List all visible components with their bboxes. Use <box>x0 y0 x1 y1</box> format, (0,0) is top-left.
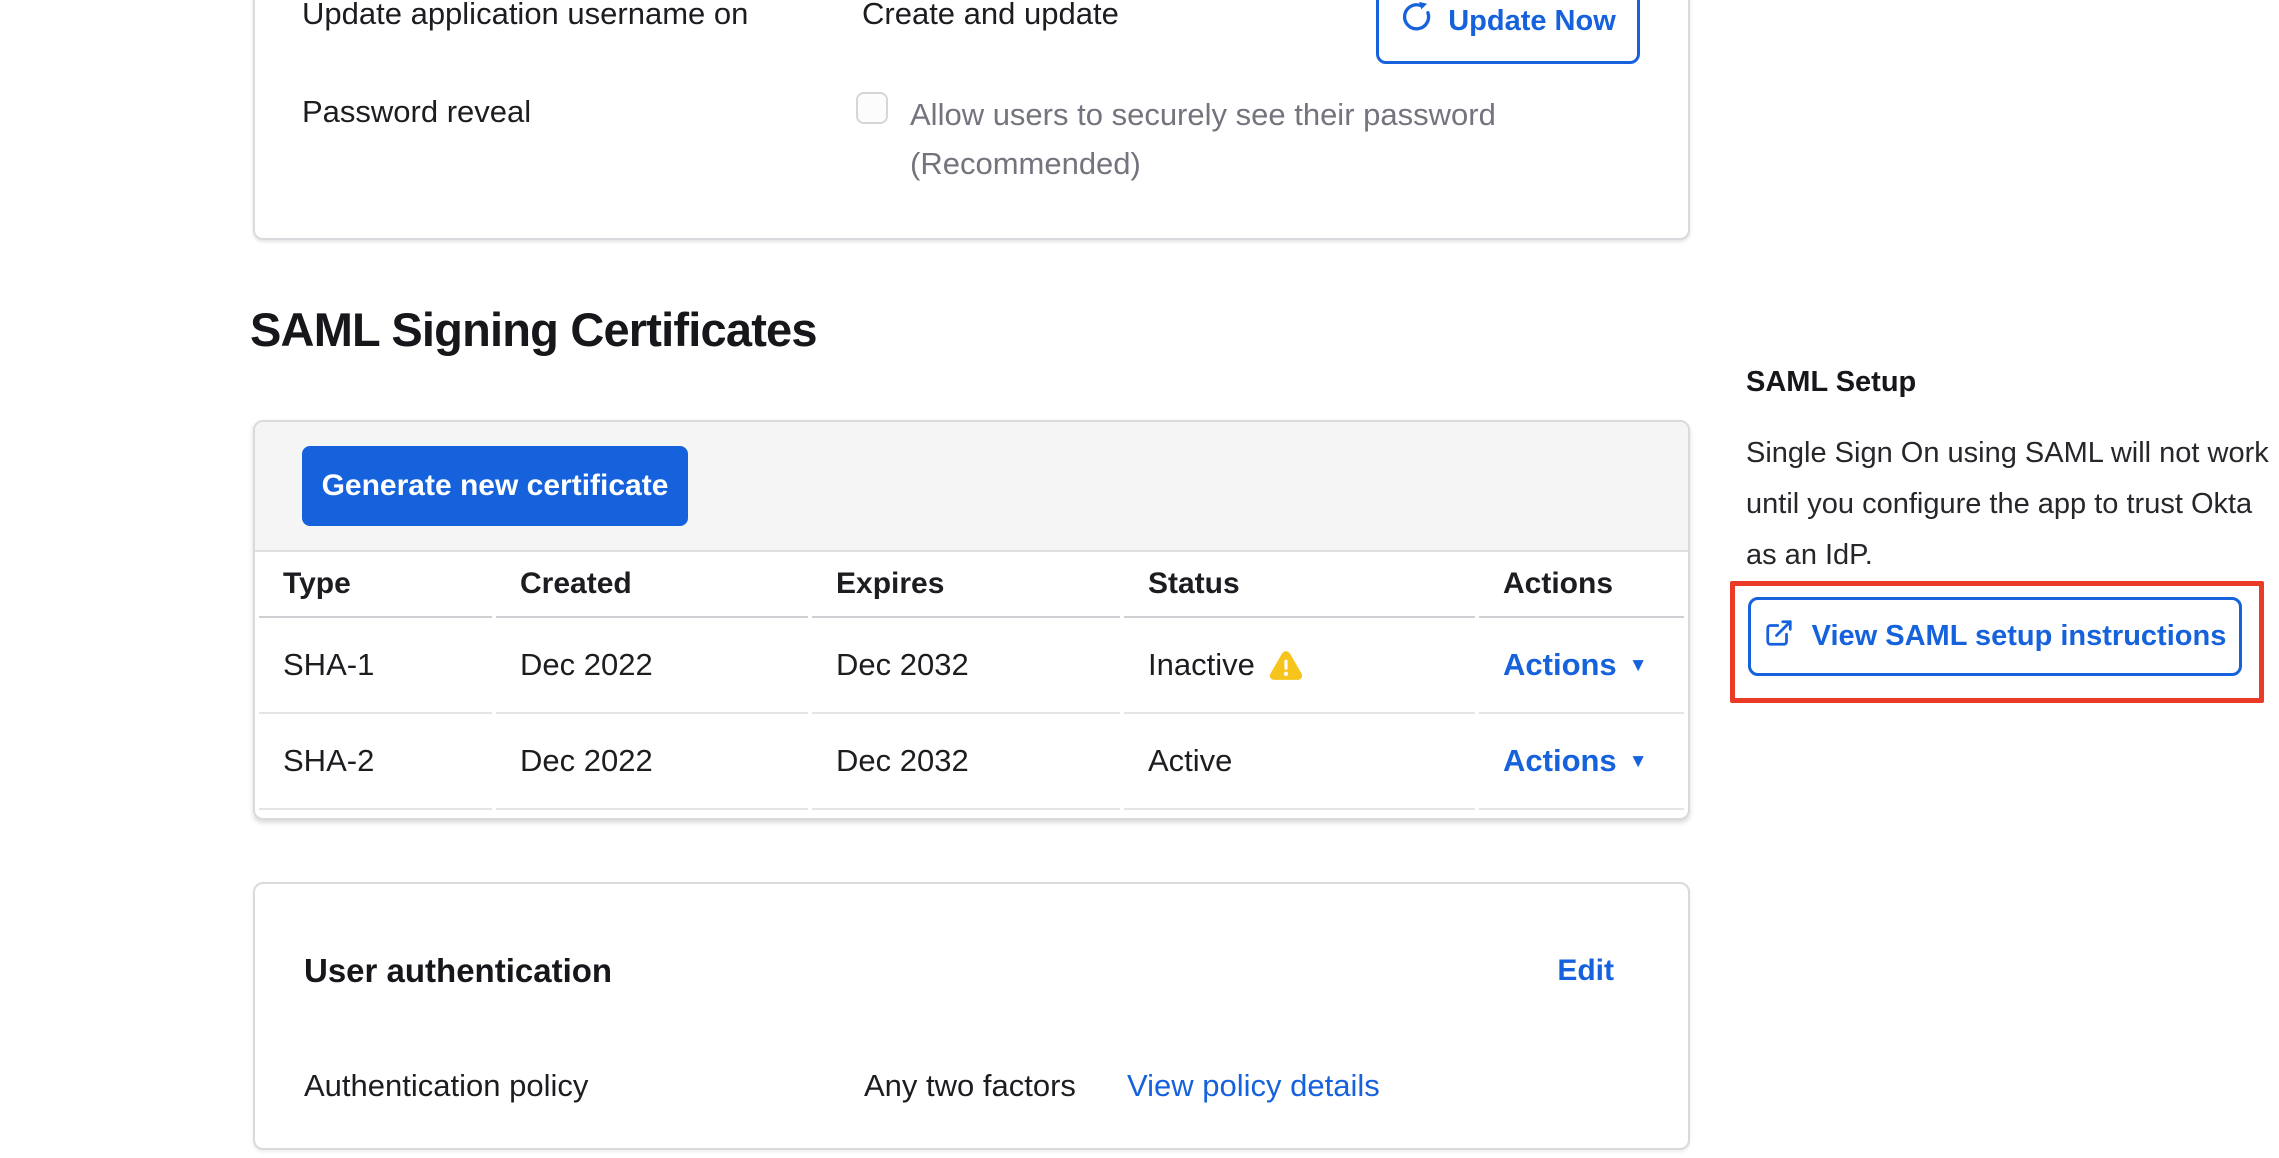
cert-expires-cell: Dec 2032 <box>812 714 1120 810</box>
certificates-toolbar: Generate new certificate <box>255 422 1688 552</box>
generate-certificate-button[interactable]: Generate new certificate <box>302 446 688 526</box>
actions-dropdown[interactable]: Actions ▼ <box>1503 743 1648 779</box>
cert-actions-cell: Actions ▼ <box>1479 714 1684 810</box>
table-row: SHA-2 Dec 2022 Dec 2032 Active Actions ▼ <box>259 714 1684 810</box>
cert-status-cell: Active <box>1124 714 1475 810</box>
update-username-label: Update application username on <box>302 0 748 32</box>
edit-link[interactable]: Edit <box>1557 954 1614 988</box>
cert-actions-cell: Actions ▼ <box>1479 618 1684 714</box>
cert-created-cell: Dec 2022 <box>496 714 808 810</box>
cert-expires-cell: Dec 2032 <box>812 618 1120 714</box>
external-link-icon <box>1764 618 1794 656</box>
chevron-down-icon: ▼ <box>1629 751 1648 773</box>
table-header-row: Type Created Expires Status Actions <box>259 552 1684 618</box>
view-policy-details-link[interactable]: View policy details <box>1127 1068 1380 1104</box>
column-header-type: Type <box>259 552 492 618</box>
warning-icon <box>1269 648 1303 682</box>
table-row: SHA-1 Dec 2022 Dec 2032 Inactive <box>259 618 1684 714</box>
user-authentication-title: User authentication <box>304 952 612 990</box>
column-header-expires: Expires <box>812 552 1120 618</box>
password-reveal-label: Password reveal <box>302 94 531 130</box>
chevron-down-icon: ▼ <box>1629 655 1648 677</box>
okta-app-settings-screen: Update application username on Create an… <box>0 0 2279 1158</box>
column-header-created: Created <box>496 552 808 618</box>
update-now-button[interactable]: Update Now <box>1376 0 1640 64</box>
password-reveal-checkbox[interactable] <box>856 92 888 124</box>
password-reveal-checkbox-label: Allow users to securely see their passwo… <box>910 90 1655 188</box>
view-saml-setup-instructions-button[interactable]: View SAML setup instructions <box>1748 597 2242 676</box>
cert-created-cell: Dec 2022 <box>496 618 808 714</box>
user-authentication-card: User authentication Edit Authentication … <box>253 882 1690 1150</box>
update-now-label: Update Now <box>1448 5 1616 38</box>
refresh-icon <box>1400 1 1432 41</box>
authentication-policy-value: Any two factors <box>864 1068 1076 1104</box>
saml-certificates-card: Generate new certificate Type Created Ex… <box>253 420 1690 820</box>
column-header-status: Status <box>1124 552 1475 618</box>
authentication-policy-label: Authentication policy <box>304 1068 588 1104</box>
view-saml-setup-label: View SAML setup instructions <box>1812 620 2227 653</box>
status-text: Inactive <box>1148 647 1255 683</box>
page-title: SAML Signing Certificates <box>250 302 817 357</box>
saml-setup-title: SAML Setup <box>1746 366 1916 399</box>
saml-setup-description: Single Sign On using SAML will not work … <box>1746 428 2278 581</box>
actions-dropdown[interactable]: Actions ▼ <box>1503 647 1648 683</box>
certificates-table: Type Created Expires Status Actions SHA-… <box>255 552 1688 810</box>
cert-type-cell: SHA-2 <box>259 714 492 810</box>
cert-type-cell: SHA-1 <box>259 618 492 714</box>
column-header-actions: Actions <box>1479 552 1684 618</box>
cert-status-cell: Inactive <box>1124 618 1475 714</box>
update-username-value: Create and update <box>862 0 1119 32</box>
status-text: Active <box>1148 743 1232 779</box>
